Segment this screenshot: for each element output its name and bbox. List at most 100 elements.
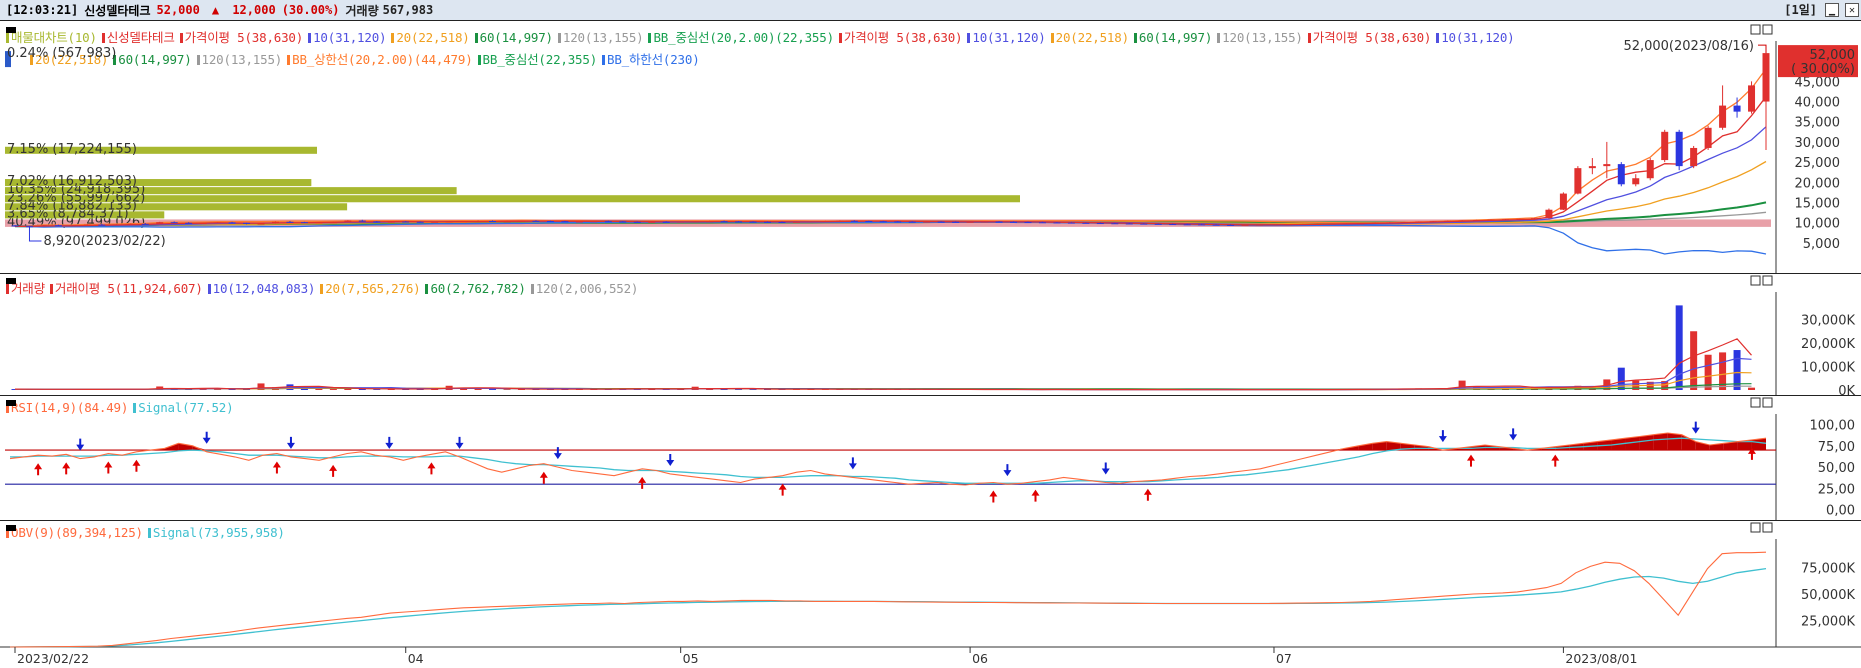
volume-label: 거래량 bbox=[345, 2, 378, 19]
candle-body bbox=[894, 221, 901, 222]
candle-body bbox=[706, 221, 713, 222]
volume-profile-bar bbox=[5, 195, 1020, 202]
candle-body bbox=[1719, 106, 1726, 128]
buy-signal-arrow-icon bbox=[104, 461, 112, 473]
volume-value: 567,983 bbox=[383, 3, 434, 17]
buy-signal-arrow-icon bbox=[779, 484, 787, 496]
x-axis-label: 2023/02/22 bbox=[17, 651, 89, 666]
sell-signal-arrow-icon bbox=[1439, 430, 1447, 442]
candle-body bbox=[1603, 164, 1610, 166]
candle-body bbox=[605, 221, 612, 222]
candle-body bbox=[923, 222, 930, 223]
candle-body bbox=[836, 221, 843, 222]
sell-signal-arrow-icon bbox=[456, 437, 464, 449]
pane-minimize-icon bbox=[1751, 523, 1760, 532]
candle-body bbox=[460, 221, 467, 222]
buy-signal-arrow-icon bbox=[329, 465, 337, 477]
candle-body bbox=[69, 225, 76, 226]
candle-body bbox=[1227, 225, 1234, 226]
buy-signal-arrow-icon bbox=[1551, 455, 1559, 467]
rsi-chart[interactable]: 0,0025,0050,0075,00100,00 bbox=[0, 396, 1861, 521]
candle-body bbox=[1328, 224, 1335, 225]
candle-body bbox=[735, 221, 742, 222]
candle-body bbox=[750, 222, 757, 223]
candle-body bbox=[1574, 168, 1581, 193]
volume-bar bbox=[489, 389, 496, 390]
candle-body bbox=[880, 221, 887, 222]
candle-body bbox=[1705, 128, 1712, 148]
pane-menu-icon bbox=[6, 278, 16, 284]
rsi-pane: RSI(14,9)(84.49)Signal(77.52) 0,0025,005… bbox=[0, 395, 1861, 521]
price-chart[interactable]: 5,00010,00015,00020,00025,00030,00035,00… bbox=[0, 21, 1861, 274]
candle-body bbox=[1213, 225, 1220, 226]
candle-body bbox=[431, 222, 438, 223]
candle-body bbox=[663, 222, 670, 223]
price-axis-tick: 35,000 bbox=[1795, 116, 1841, 131]
rsi-overbought-fill bbox=[1654, 433, 1668, 450]
price-axis-tick: 25,000 bbox=[1795, 156, 1841, 171]
sell-signal-arrow-icon bbox=[1692, 422, 1700, 434]
high-marker-leader bbox=[1758, 45, 1766, 53]
sell-signal-arrow-icon bbox=[1003, 464, 1011, 476]
ma10-line bbox=[15, 127, 1766, 227]
candle-body bbox=[807, 221, 814, 222]
candle-body bbox=[1299, 224, 1306, 225]
candle-body bbox=[359, 221, 366, 222]
candle-body bbox=[1082, 223, 1089, 224]
pane-menu-icon bbox=[6, 525, 16, 531]
candle-body bbox=[778, 222, 785, 223]
price-axis-tick: 45,000 bbox=[1795, 75, 1841, 90]
candle-body bbox=[1488, 220, 1495, 221]
candle-body bbox=[996, 222, 1003, 223]
volume-chart[interactable]: 0K10,000K20,000K30,000K bbox=[0, 274, 1861, 396]
volume-axis-tick: 20,000K bbox=[1801, 337, 1855, 352]
pane-minimize-icon bbox=[1751, 398, 1760, 407]
candle-body bbox=[1169, 224, 1176, 225]
high-price-marker: 52,000(2023/08/16) bbox=[1623, 39, 1754, 54]
x-axis-label: 07 bbox=[1276, 651, 1292, 666]
pane-close-icon bbox=[1763, 25, 1772, 34]
candle-body bbox=[532, 221, 539, 222]
candle-body bbox=[851, 221, 858, 222]
candle-body bbox=[98, 225, 105, 226]
candle-body bbox=[1690, 148, 1697, 166]
candle-body bbox=[1734, 106, 1741, 112]
title-bar: [12:03:21] 신성델타테크 52,000 ▲ 12,000 (30.00… bbox=[0, 0, 1861, 21]
candle-body bbox=[1314, 224, 1321, 225]
candle-body bbox=[1343, 223, 1350, 224]
candle-body bbox=[547, 221, 554, 222]
sell-signal-arrow-icon bbox=[1102, 462, 1110, 474]
candle-body bbox=[286, 222, 293, 223]
candle-body bbox=[1661, 132, 1668, 160]
low-price-marker: 8,920(2023/02/22) bbox=[43, 234, 165, 249]
current-price: 52,000 bbox=[157, 3, 200, 17]
volume-bar bbox=[330, 389, 337, 390]
obv-line bbox=[10, 552, 1766, 647]
candle-body bbox=[1155, 224, 1162, 225]
candle-body bbox=[764, 222, 771, 223]
candle-body bbox=[1618, 164, 1625, 184]
pane-close-icon bbox=[1763, 523, 1772, 532]
buy-signal-arrow-icon bbox=[1467, 455, 1475, 467]
candle-body bbox=[344, 221, 351, 223]
obv-chart[interactable]: 25,000K50,000K75,000K2023/02/22040506072… bbox=[0, 521, 1861, 668]
price-pane: 매물대차트(10)신성델타테크가격이평 5(38,630)10(31,120)2… bbox=[0, 20, 1861, 274]
candle-body bbox=[1560, 194, 1567, 210]
price-change-pct: (30.00%) bbox=[282, 3, 340, 17]
price-change: ▲ 12,000 bbox=[206, 3, 276, 17]
close-icon[interactable]: ✕ bbox=[1845, 3, 1859, 17]
candle-body bbox=[1516, 219, 1523, 220]
candle-body bbox=[952, 222, 959, 223]
minimize-icon[interactable]: ▁ bbox=[1825, 3, 1839, 17]
candle-body bbox=[55, 225, 62, 226]
x-axis-label: 05 bbox=[683, 651, 699, 666]
candle-body bbox=[1473, 220, 1480, 221]
candle-body bbox=[127, 224, 134, 225]
buy-signal-arrow-icon bbox=[638, 477, 646, 489]
candle-body bbox=[156, 222, 163, 224]
candle-body bbox=[634, 222, 641, 223]
volume-axis-tick: 10,000K bbox=[1801, 361, 1855, 376]
period-selector[interactable]: [1일] bbox=[1784, 1, 1817, 18]
stock-name[interactable]: 신성델타테크 bbox=[84, 2, 150, 19]
candle-body bbox=[1763, 53, 1770, 101]
